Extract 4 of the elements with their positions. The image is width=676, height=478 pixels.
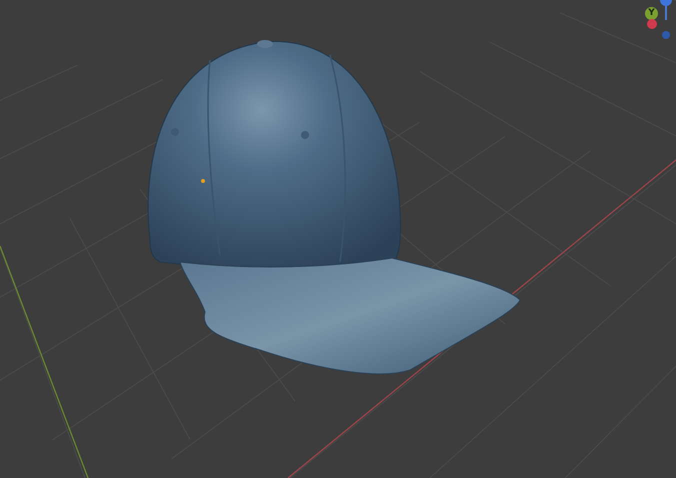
x-axis-handle-icon[interactable] <box>647 19 657 29</box>
y-axis-handle[interactable]: Y <box>645 7 658 20</box>
3d-viewport[interactable]: Y <box>0 0 676 478</box>
negative-z-handle-icon[interactable] <box>662 31 670 39</box>
